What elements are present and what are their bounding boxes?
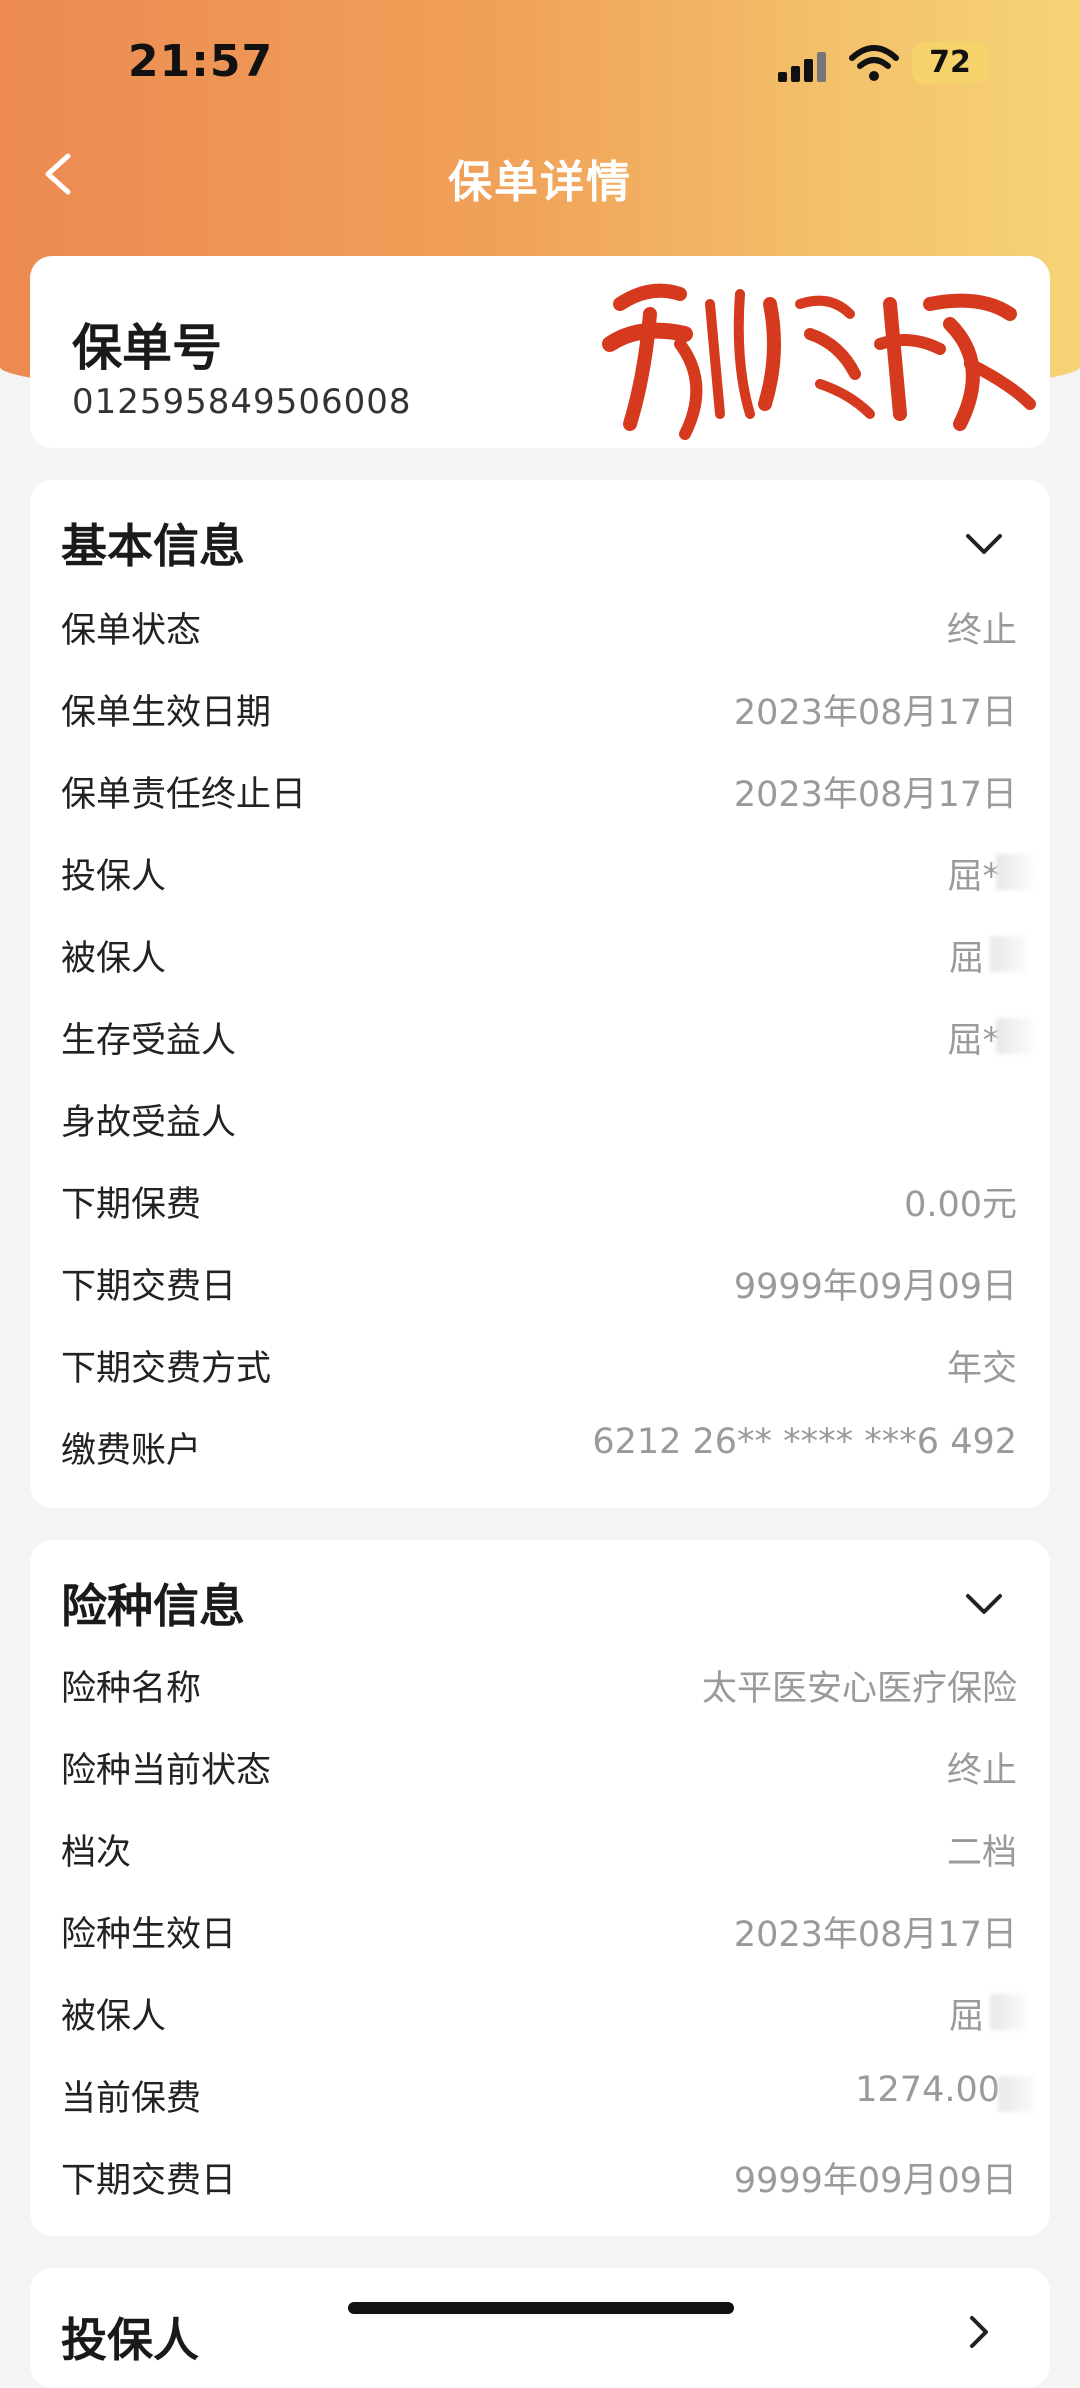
info-row-survival-beneficiary: 生存受益人 屈* [30, 994, 1050, 1076]
insurance-row-tier: 档次 二档 [30, 1806, 1050, 1888]
chevron-down-icon[interactable] [962, 528, 1006, 558]
info-row-payment-method: 下期交费方式 年交 [30, 1322, 1050, 1404]
row-value: 终止 [946, 1751, 1017, 1791]
row-label: 保单状态 [61, 611, 202, 651]
row-value: 9999年09月09日 [733, 2161, 1017, 2201]
row-value: 屈 [948, 939, 984, 979]
redaction-blur [998, 2076, 1034, 2112]
row-value: 1274.00 [855, 2070, 1000, 2110]
status-time: 21:57 [128, 36, 274, 87]
info-row-insured: 被保人 屈 [30, 912, 1050, 994]
insurance-row-next-payment-date: 下期交费日 9999年09月09日 [30, 2134, 1050, 2216]
row-label: 保单责任终止日 [61, 775, 307, 815]
row-value: 终止 [946, 611, 1017, 651]
row-value: 屈 [948, 1997, 984, 2037]
insurance-info-card: 险种信息 险种名称 太平医安心医疗保险 险种当前状态 终止 档次 二档 险种生效… [30, 1540, 1050, 2236]
row-label: 档次 [61, 1833, 132, 1873]
status-bar: 21:57 72 [0, 0, 1080, 130]
insurance-info-title: 险种信息 [61, 1579, 245, 1633]
insurance-row-insured: 被保人 屈 [30, 1970, 1050, 2052]
row-label: 险种名称 [61, 1669, 202, 1709]
redaction-blur [996, 854, 1032, 890]
home-indicator[interactable] [348, 2302, 734, 2314]
applicant-title: 投保人 [61, 2313, 199, 2367]
battery-indicator: 72 [912, 42, 988, 84]
row-label: 下期交费日 [61, 2161, 237, 2201]
row-value: 太平医安心医疗保险 [701, 1669, 1017, 1709]
row-label: 下期交费方式 [61, 1349, 272, 1389]
applicant-card[interactable]: 投保人 [30, 2268, 1050, 2388]
row-label: 下期保费 [61, 1185, 202, 1225]
info-row-termination-date: 保单责任终止日 2023年08月17日 [30, 748, 1050, 830]
row-value: 屈* [947, 857, 1000, 897]
row-label: 被保人 [61, 1997, 167, 2037]
redaction-blur [990, 1994, 1026, 2030]
row-value: 0.00元 [904, 1185, 1017, 1225]
row-value: 屈* [947, 1021, 1000, 1061]
row-label: 生存受益人 [61, 1021, 237, 1061]
watermark-logo [602, 283, 1036, 440]
info-row-next-premium: 下期保费 0.00元 [30, 1158, 1050, 1240]
row-label: 下期交费日 [61, 1267, 237, 1307]
info-row-death-beneficiary: 身故受益人 [30, 1076, 1050, 1158]
row-value: 年交 [946, 1349, 1017, 1389]
info-row-policy-status: 保单状态 终止 [30, 584, 1050, 666]
basic-info-title: 基本信息 [61, 519, 245, 573]
redaction-blur [996, 1018, 1032, 1054]
policy-number-label: 保单号 [72, 319, 222, 377]
policy-number-value: 012595849506008 [72, 382, 412, 422]
info-row-next-payment-date: 下期交费日 9999年09月09日 [30, 1240, 1050, 1322]
row-label: 被保人 [61, 939, 167, 979]
insurance-row-status: 险种当前状态 终止 [30, 1724, 1050, 1806]
row-label: 当前保费 [61, 2079, 202, 2119]
row-label: 险种生效日 [61, 1915, 237, 1955]
redaction-blur [990, 936, 1026, 972]
signal-icon [778, 52, 830, 82]
info-row-applicant: 投保人 屈* [30, 830, 1050, 912]
info-row-payment-account: 缴费账户 6212 26** **** ***6 492 [30, 1404, 1050, 1486]
insurance-row-effective-date: 险种生效日 2023年08月17日 [30, 1888, 1050, 1970]
row-value: 2023年08月17日 [733, 775, 1017, 815]
row-label: 保单生效日期 [61, 693, 272, 733]
nav-bar: 保单详情 [0, 130, 1080, 220]
info-row-effective-date: 保单生效日期 2023年08月17日 [30, 666, 1050, 748]
chevron-down-icon[interactable] [962, 1588, 1006, 1618]
row-value: 9999年09月09日 [733, 1267, 1017, 1307]
row-value: 2023年08月17日 [733, 693, 1017, 733]
basic-info-card: 基本信息 保单状态 终止 保单生效日期 2023年08月17日 保单责任终止日 … [30, 480, 1050, 1508]
row-label: 险种当前状态 [61, 1751, 272, 1791]
row-label: 投保人 [61, 857, 167, 897]
page-title: 保单详情 [448, 157, 632, 208]
insurance-row-current-premium: 当前保费 1274.00 [30, 2052, 1050, 2134]
chevron-right-icon[interactable] [964, 2312, 994, 2352]
row-value: 6212 26** **** ***6 492 [592, 1422, 1017, 1462]
row-label: 缴费账户 [61, 1431, 202, 1471]
insurance-row-name: 险种名称 太平医安心医疗保险 [30, 1642, 1050, 1724]
policy-number-card: 保单号 012595849506008 [30, 256, 1050, 448]
row-value: 2023年08月17日 [733, 1915, 1017, 1955]
row-value: 二档 [946, 1833, 1017, 1873]
wifi-icon [849, 45, 899, 81]
row-label: 身故受益人 [61, 1103, 237, 1143]
